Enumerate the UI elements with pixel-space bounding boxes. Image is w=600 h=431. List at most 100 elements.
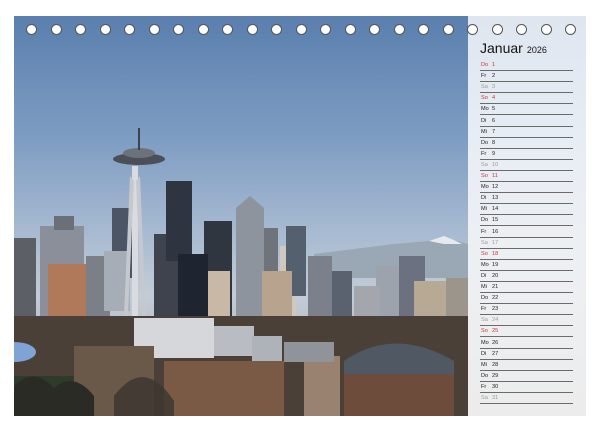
weekday-label: Mi (481, 361, 487, 368)
day-number: 24 (492, 317, 499, 324)
binding-ring (320, 24, 331, 35)
day-number: 9 (492, 150, 496, 157)
weekday-label: So (481, 328, 488, 335)
weekday-label: Do (481, 139, 489, 146)
weekday-label: So (481, 250, 488, 257)
day-row: Fr 30 (480, 382, 573, 393)
day-row: So 4 (480, 93, 573, 105)
binding-rings (14, 24, 586, 38)
day-row: Mi 21 (480, 282, 573, 294)
binding-ring (393, 24, 405, 35)
day-row: Fr 23 (480, 304, 573, 316)
day-row: Fr 2 (480, 71, 573, 83)
binding-ring (124, 24, 135, 35)
day-row: Mo 26 (480, 338, 573, 349)
weekday-label: Do (481, 372, 489, 379)
binding-ring (75, 24, 86, 35)
binding-ring (148, 24, 160, 35)
day-row: Sa 17 (480, 238, 573, 249)
day-number: 26 (492, 339, 499, 346)
day-row: Do 1 (480, 60, 573, 72)
weekday-label: Fr (481, 150, 487, 157)
day-row: So 11 (480, 171, 573, 183)
binding-ring (197, 24, 209, 35)
day-number: 10 (492, 161, 499, 168)
year-label: 2026 (526, 45, 547, 55)
day-number: 16 (492, 228, 499, 235)
day-row: Mo 5 (480, 104, 573, 116)
weekday-label: Sa (481, 239, 488, 246)
weekday-label: Di (481, 117, 487, 124)
day-row: Mo 12 (480, 182, 573, 194)
day-number: 27 (492, 350, 499, 357)
weekday-label: Do (481, 295, 489, 302)
day-row: Do 29 (480, 371, 573, 382)
day-row: Di 13 (480, 193, 573, 205)
weekday-label: Di (481, 195, 487, 202)
binding-ring (344, 24, 356, 35)
day-row: Di 6 (480, 116, 573, 127)
seattle-skyline-photo (14, 16, 468, 416)
day-row: Sa 24 (480, 315, 573, 327)
weekday-label: Do (481, 62, 489, 68)
weekday-label: Mi (481, 206, 487, 213)
day-number: 3 (492, 84, 496, 91)
day-number: 20 (492, 272, 499, 279)
day-number: 12 (492, 184, 499, 191)
day-number: 29 (492, 372, 499, 379)
calendar-page: Januar 2026 Do 1 Fr 2 Sa 3 So 4 Mo 5 Di 6 Mi 7 Do 8 Fr 9 Sa… (0, 0, 600, 431)
day-number: 1 (492, 62, 496, 68)
binding-ring (50, 24, 62, 35)
weekday-label: Sa (481, 395, 488, 401)
weekday-label: Mo (481, 339, 489, 346)
weekday-label: Do (481, 217, 489, 224)
day-row: Do 8 (480, 138, 573, 149)
day-row: So 25 (480, 326, 573, 338)
month-name: Januar (480, 40, 523, 56)
day-row: Sa 31 (480, 393, 573, 405)
weekday-label: Sa (481, 161, 488, 168)
month-header: Januar 2026 (480, 40, 547, 56)
day-number: 11 (492, 173, 498, 179)
weekday-label: So (481, 95, 488, 102)
day-number: 21 (492, 284, 499, 290)
day-row: Sa 3 (480, 82, 573, 94)
binding-ring (271, 24, 282, 35)
weekday-label: Mi (481, 128, 487, 135)
day-number: 18 (492, 250, 499, 257)
day-number: 30 (492, 383, 499, 390)
weekday-label: Fr (481, 383, 487, 390)
weekday-label: Fr (481, 73, 487, 80)
binding-ring (442, 24, 454, 35)
day-number: 17 (492, 239, 499, 246)
day-number: 8 (492, 139, 496, 146)
weekday-label: Mo (481, 184, 489, 191)
weekday-label: Mo (481, 261, 489, 268)
binding-ring (369, 24, 380, 35)
weekday-label: Mi (481, 284, 487, 290)
binding-ring (540, 24, 552, 35)
binding-ring (491, 24, 503, 35)
day-number: 14 (492, 206, 499, 213)
brick-building (164, 361, 284, 416)
day-number: 19 (492, 261, 499, 268)
day-row: Di 20 (480, 271, 573, 282)
day-number: 4 (492, 95, 496, 102)
day-number: 31 (492, 395, 499, 401)
day-number: 15 (492, 217, 499, 224)
binding-ring (246, 24, 258, 35)
weekday-label: Mo (481, 106, 489, 113)
weekday-label: So (481, 173, 488, 179)
day-number: 28 (492, 361, 499, 368)
skyline-illustration (14, 128, 468, 416)
weekday-label: Di (481, 272, 487, 279)
binding-ring (295, 24, 307, 35)
binding-ring (222, 24, 233, 35)
day-row: So 18 (480, 249, 573, 260)
binding-ring (173, 24, 184, 35)
day-row: Fr 9 (480, 149, 573, 160)
day-row: Fr 16 (480, 227, 573, 238)
binding-ring (516, 24, 527, 35)
binding-ring (467, 24, 478, 35)
day-number: 22 (492, 295, 499, 302)
